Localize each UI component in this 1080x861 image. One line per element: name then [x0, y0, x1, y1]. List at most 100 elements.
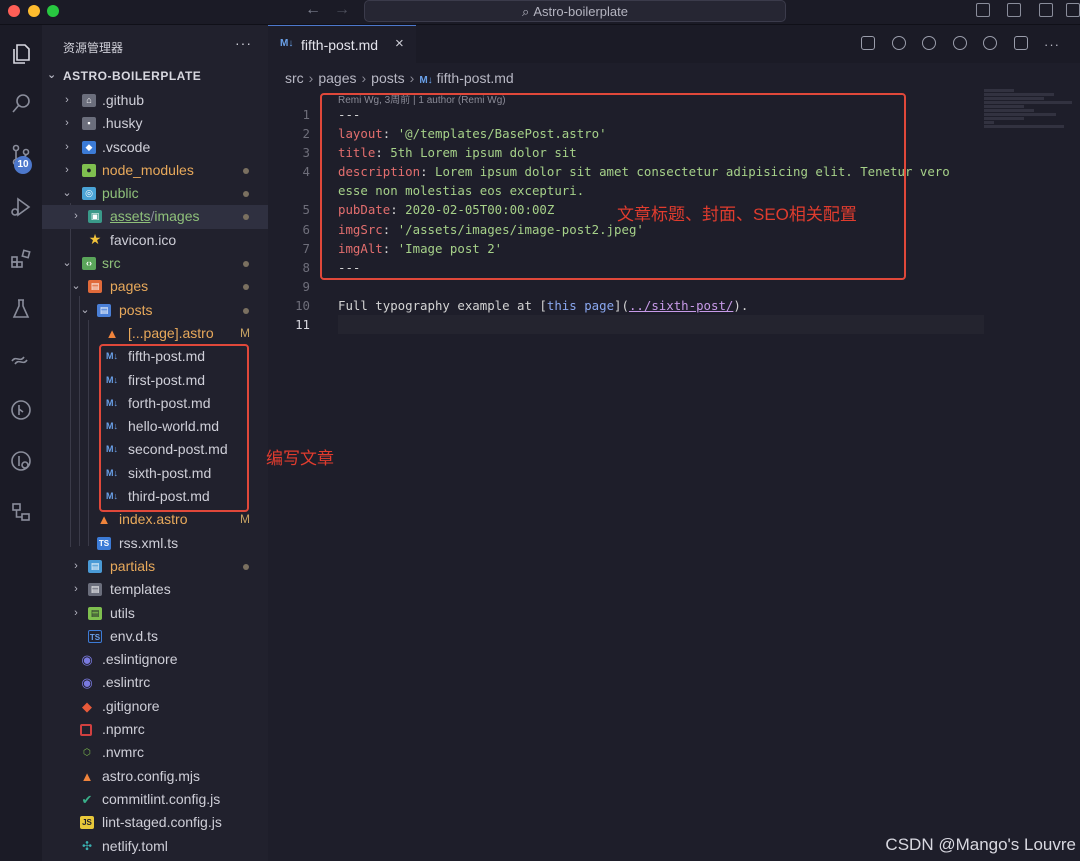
tree-item-partials[interactable]: › ▤ partials: [42, 555, 268, 578]
tree-item-label: .npmrc: [102, 721, 145, 738]
tree-item-nvmrc[interactable]: ⬡ .nvmrc: [42, 741, 268, 764]
folder-partials-icon: ▤: [88, 559, 102, 573]
code-token: this page: [546, 297, 615, 313]
run-debug-icon[interactable]: [0, 187, 42, 227]
tree-item-husky[interactable]: › ▪ .husky: [42, 112, 268, 135]
source-control-badge: 10: [14, 156, 32, 174]
tree-item-npmrc[interactable]: .npmrc: [42, 718, 268, 741]
git-graph-icon[interactable]: [0, 390, 42, 430]
tree-item-rss[interactable]: TS rss.xml.ts: [42, 532, 268, 555]
zoom-window-button[interactable]: [47, 5, 59, 17]
minimap-line: [984, 125, 1064, 128]
testing-icon[interactable]: [0, 289, 42, 329]
workspace-root-label: ASTRO-BOILERPLATE: [63, 69, 202, 83]
minimap[interactable]: [984, 89, 1074, 129]
minimap-line: [984, 109, 1034, 112]
tree-item-gitignore[interactable]: ◆ .gitignore: [42, 695, 268, 718]
tree-item-label: lint-staged.config.js: [102, 814, 222, 831]
frontmatter-annotation-label: 文章标题、封面、SEO相关配置: [617, 205, 857, 224]
chevron-down-icon: ⌄: [62, 187, 72, 200]
code-text: Full typography example at [this page](.…: [338, 296, 984, 315]
more-actions-icon[interactable]: ···: [1044, 37, 1060, 52]
extensions-icon[interactable]: [0, 239, 42, 279]
remote-connections-icon[interactable]: [0, 492, 42, 532]
tree-item-astro-config[interactable]: ▲ astro.config.mjs: [42, 765, 268, 788]
folder-node-icon: ●: [82, 163, 96, 177]
search-icon[interactable]: [0, 84, 42, 124]
tree-item-vscode[interactable]: › ◆ .vscode: [42, 136, 268, 159]
tree-item-label: commitlint.config.js: [102, 790, 221, 807]
explorer-title: 资源管理器: [63, 41, 124, 55]
minimap-line: [984, 105, 1024, 108]
line-number: 9: [302, 278, 310, 294]
gitlens-icon[interactable]: [0, 441, 42, 481]
forward-arrow-icon[interactable]: →: [334, 1, 350, 19]
tree-item-label: .eslintignore: [102, 651, 178, 668]
toggle-primary-sidebar-icon[interactable]: [975, 3, 990, 17]
tree-item-eslintrc[interactable]: ◉ .eslintrc: [42, 671, 268, 694]
tree-item-utils[interactable]: › ▤ utils: [42, 602, 268, 625]
close-window-button[interactable]: [8, 5, 20, 17]
tree-item-label: .vscode: [102, 138, 151, 155]
markdown-icon: M↓: [280, 38, 294, 49]
tree-item-label: env.d.ts: [110, 627, 158, 644]
tree-item-netlify[interactable]: ✣ netlify.toml: [42, 835, 268, 858]
eslint-icon: ◉: [81, 675, 93, 691]
code-line[interactable]: 10 Full typography example at [this page]…: [268, 296, 1080, 315]
open-preview-icon[interactable]: [861, 36, 876, 50]
tree-item-src[interactable]: ⌄ ‹› src: [42, 252, 268, 275]
tree-item-node-modules[interactable]: › ● node_modules: [42, 159, 268, 182]
tree-item-lint-staged[interactable]: JS lint-staged.config.js: [42, 811, 268, 834]
tree-item-github[interactable]: › ⌂ .github: [42, 89, 268, 112]
customize-layout-icon[interactable]: [1066, 3, 1080, 17]
back-arrow-icon[interactable]: ←: [305, 1, 321, 19]
status-dot: [243, 167, 249, 174]
tree-item-eslintignore[interactable]: ◉ .eslintignore: [42, 648, 268, 671]
folder-posts-icon: ▤: [97, 303, 111, 317]
git-commit-icon[interactable]: [983, 36, 998, 50]
layout-controls: [963, 3, 1080, 21]
next-change-icon[interactable]: [952, 36, 967, 50]
code-line[interactable]: 11: [268, 315, 1080, 335]
tree-item-templates[interactable]: › ▤ templates: [42, 578, 268, 601]
split-editor-icon[interactable]: [1013, 36, 1028, 50]
minimap-line: [984, 97, 1044, 100]
command-center-search[interactable]: ⌕ Astro-boilerplate: [364, 0, 786, 22]
tree-item-pages[interactable]: ⌄ ▤ pages: [42, 275, 268, 298]
breadcrumb-item[interactable]: src: [285, 70, 304, 86]
folder-templates-icon: ▤: [88, 583, 102, 597]
status-dot: [243, 214, 249, 221]
tree-item-label: assets/images: [110, 205, 200, 228]
toggle-secondary-sidebar-icon[interactable]: [1038, 3, 1053, 17]
chevron-right-icon: ›: [74, 606, 78, 619]
tree-item-assets-images[interactable]: › ▣ assets/images: [42, 205, 268, 229]
breadcrumb-item[interactable]: posts: [371, 70, 404, 86]
minimize-window-button[interactable]: [28, 5, 40, 17]
remote-explorer-icon[interactable]: [0, 339, 42, 379]
explorer-icon[interactable]: [0, 34, 42, 74]
editor-actions: ···: [849, 36, 1060, 54]
previous-change-icon[interactable]: [922, 36, 937, 50]
workspace-root[interactable]: ⌄ ASTRO-BOILERPLATE: [47, 69, 202, 83]
breadcrumb-item[interactable]: pages: [318, 70, 356, 86]
minimap-line: [984, 113, 1056, 116]
chevron-right-icon: ›: [65, 163, 69, 176]
tab-fifth-post[interactable]: M↓ fifth-post.md ×: [268, 25, 416, 63]
compare-changes-icon[interactable]: [891, 36, 906, 50]
folder-vscode-icon: ◆: [82, 140, 96, 154]
tree-item-page-astro[interactable]: ▲ [...page].astro M: [42, 322, 268, 345]
watermark: CSDN @Mango's Louvre: [885, 835, 1076, 854]
tree-item-public[interactable]: ⌄ ◎ public: [42, 182, 268, 205]
tree-item-env[interactable]: TS env.d.ts: [42, 625, 268, 648]
code-token: Full typography example at: [338, 297, 540, 313]
tree-item-favicon[interactable]: ★ favicon.ico: [42, 229, 268, 252]
tree-item-posts[interactable]: ⌄ ▤ posts: [42, 299, 268, 322]
close-tab-icon[interactable]: ×: [395, 35, 404, 52]
code-token: ](: [614, 297, 629, 313]
breadcrumb-item[interactable]: fifth-post.md: [437, 70, 514, 86]
node-icon: ⬡: [83, 747, 91, 758]
tree-item-commitlint[interactable]: ✔ commitlint.config.js: [42, 788, 268, 811]
toggle-panel-icon[interactable]: [1007, 3, 1022, 17]
more-actions-icon[interactable]: ···: [235, 35, 252, 51]
chevron-down-icon: ⌄: [71, 280, 81, 293]
